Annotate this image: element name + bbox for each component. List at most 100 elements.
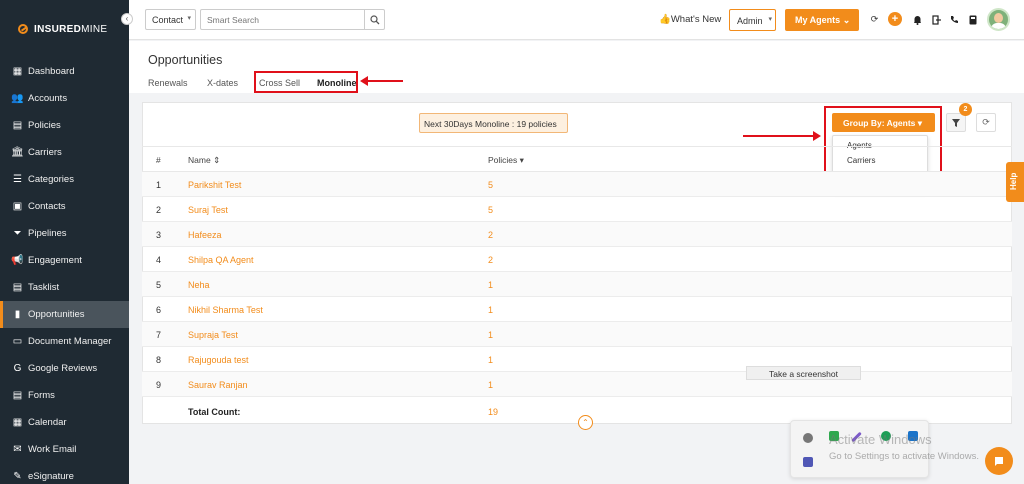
policies-count-link[interactable]: 5 [488, 180, 493, 190]
total-count-label: Total Count: [188, 407, 241, 417]
chat-launcher-button[interactable] [985, 447, 1013, 475]
agent-name-link[interactable]: Suraj Test [188, 205, 228, 215]
refresh-icon[interactable]: ⟳ [869, 14, 880, 25]
sidebar: INSURED MINE ▦ Dashboard 👥 Accounts ▤ Policies… [0, 0, 129, 484]
tab-renewals[interactable]: Renewals [148, 78, 188, 88]
avatar-body [991, 23, 1006, 29]
sidebar-item-dashboard[interactable]: ▦ Dashboard [0, 58, 129, 85]
calendar-icon: ▦ [12, 417, 23, 428]
row-number: 2 [156, 205, 162, 215]
sidebar-item-label: Document Manager [28, 336, 112, 347]
agent-name-link[interactable]: Hafeeza [188, 230, 222, 240]
bell-icon[interactable] [912, 14, 923, 25]
system-tray-popup [790, 420, 929, 478]
reset-button[interactable]: ⟳ [976, 113, 996, 132]
agent-name-link[interactable]: Supraja Test [188, 330, 238, 340]
search-input[interactable] [201, 10, 361, 29]
help-tab[interactable]: Help [1006, 162, 1024, 202]
row-number: 6 [156, 305, 162, 315]
agent-name-link[interactable]: Shilpa QA Agent [188, 255, 254, 265]
sidebar-collapse-button[interactable]: ‹ [121, 13, 133, 25]
smart-search [200, 9, 385, 30]
table-row: 8 Rajugouda test 1 [142, 347, 1012, 372]
policies-count-link[interactable]: 2 [488, 230, 493, 240]
contacts-icon: ▣ [12, 201, 23, 212]
search-icon[interactable] [364, 10, 384, 29]
filter-icon [952, 118, 960, 127]
sidebar-item-tasklist[interactable]: ▤ Tasklist [0, 274, 129, 301]
filter-count-badge: 2 [959, 103, 972, 116]
table-row: 1 Parikshit Test 5 [142, 172, 1012, 197]
agent-name-link[interactable]: Rajugouda test [188, 355, 249, 365]
app-logo[interactable]: INSURED MINE [0, 0, 129, 58]
policies-count-link[interactable]: 1 [488, 380, 493, 390]
add-icon[interactable]: + [888, 12, 902, 26]
sidebar-item-accounts[interactable]: 👥 Accounts [0, 85, 129, 112]
teams-icon[interactable] [803, 457, 813, 467]
row-number: 9 [156, 380, 162, 390]
policies-count-link[interactable]: 5 [488, 205, 493, 215]
table-row: 6 Nikhil Sharma Test 1 [142, 297, 1012, 322]
activation-watermark-subtitle: Go to Settings to activate Windows. [829, 451, 979, 462]
agent-name-link[interactable]: Saurav Ranjan [188, 380, 248, 390]
column-header-policies[interactable]: Policies ▾ [488, 155, 524, 166]
agent-name-link[interactable]: Neha [188, 280, 210, 290]
column-header-name[interactable]: Name ⇕ [188, 155, 220, 166]
sidebar-item-policies[interactable]: ▤ Policies [0, 112, 129, 139]
sidebar-item-categories[interactable]: ☰ Categories [0, 166, 129, 193]
agent-name-link[interactable]: Parikshit Test [188, 180, 241, 190]
user-avatar[interactable] [987, 8, 1010, 31]
policies-count-link[interactable]: 1 [488, 355, 493, 365]
phone-icon[interactable] [949, 14, 960, 25]
sign-out-icon[interactable] [931, 14, 942, 25]
sidebar-item-google-reviews[interactable]: G Google Reviews [0, 355, 129, 382]
annotation-highlight-tabs [254, 71, 358, 93]
sidebar-item-carriers[interactable]: 🏛 Carriers [0, 139, 129, 166]
policies-count-link[interactable]: 2 [488, 255, 493, 265]
sidebar-item-calendar[interactable]: ▦ Calendar [0, 409, 129, 436]
sort-desc-icon: ▾ [519, 155, 524, 165]
sidebar-item-esignature[interactable]: ✎ eSignature [0, 463, 129, 484]
sidebar-item-forms[interactable]: ▤ Forms [0, 382, 129, 409]
filter-button[interactable] [946, 113, 966, 132]
row-number: 5 [156, 280, 162, 290]
search-scope-select[interactable]: Contact ▾ [145, 9, 196, 30]
avatar-face [994, 13, 1003, 23]
calculator-icon[interactable] [967, 14, 978, 25]
email-icon: ✉ [13, 444, 22, 455]
sidebar-item-pipelines[interactable]: ⏷ Pipelines [0, 220, 129, 247]
table-header: # Name ⇕ Policies ▾ [142, 146, 1012, 172]
tab-x-dates[interactable]: X-dates [207, 78, 238, 88]
policies-count-link[interactable]: 1 [488, 330, 493, 340]
sidebar-item-label: Work Email [28, 444, 77, 455]
sort-icon: ⇕ [213, 155, 221, 165]
chat-icon [995, 457, 1003, 466]
column-header-number: # [156, 155, 161, 165]
google-icon: G [13, 363, 22, 374]
megaphone-icon: 📢 [11, 255, 24, 266]
dashboard-icon: ▦ [12, 66, 23, 77]
sidebar-item-opportunities[interactable]: ▮ Opportunities [0, 301, 129, 328]
sidebar-item-engagement[interactable]: 📢 Engagement [0, 247, 129, 274]
role-select-value: Admin [737, 16, 763, 26]
scroll-to-top-button[interactable]: ⌃ [578, 415, 593, 430]
sidebar-item-label: Opportunities [28, 309, 85, 320]
column-header-name-label: Name [188, 155, 211, 165]
sidebar-item-work-email[interactable]: ✉ Work Email [0, 436, 129, 463]
row-number: 4 [156, 255, 162, 265]
logo-text-bold: INSURED [34, 23, 82, 35]
role-select[interactable]: Admin ▾ [729, 9, 776, 31]
sidebar-item-label: Engagement [28, 255, 82, 266]
sidebar-item-document-manager[interactable]: ▭ Document Manager [0, 328, 129, 355]
policies-count-link[interactable]: 1 [488, 305, 493, 315]
annotation-arrow-tabs [360, 76, 403, 86]
my-agents-button[interactable]: My Agents ⌄ [785, 9, 859, 31]
sidebar-item-contacts[interactable]: ▣ Contacts [0, 193, 129, 220]
sidebar-item-label: Calendar [28, 417, 67, 428]
whats-new-link[interactable]: 👍What's New [659, 14, 721, 25]
agent-name-link[interactable]: Nikhil Sharma Test [188, 305, 263, 315]
cloud-icon[interactable] [803, 433, 813, 443]
policies-count-link[interactable]: 1 [488, 280, 493, 290]
folder-icon: ▭ [12, 336, 23, 347]
table-row: 3 Hafeeza 2 [142, 222, 1012, 247]
